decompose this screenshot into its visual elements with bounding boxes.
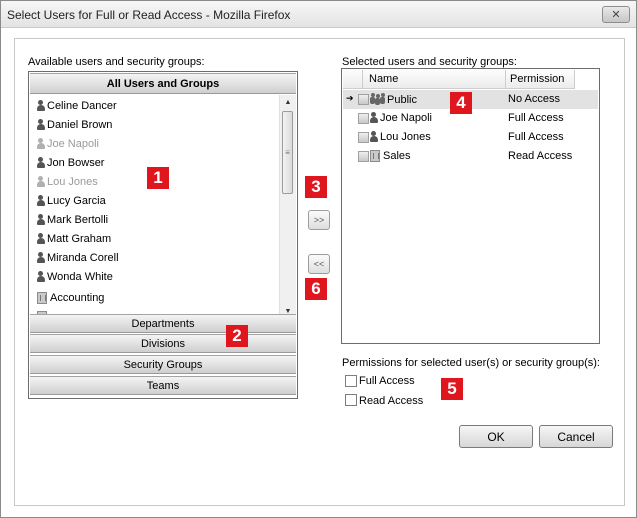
row-name: Sales	[370, 150, 411, 162]
annotation-badge-1: 1	[147, 167, 169, 189]
person-icon	[37, 233, 45, 245]
person-icon	[37, 157, 45, 169]
person-icon	[37, 214, 45, 226]
user-name: Matt Graham	[47, 233, 112, 245]
column-header-blank	[343, 70, 363, 89]
available-label: Available users and security groups:	[28, 56, 205, 68]
row-name: Lou Jones	[370, 131, 431, 143]
row-name: Public	[370, 93, 417, 106]
remove-selected-button[interactable]: <<	[308, 254, 330, 274]
group-icon	[370, 93, 385, 106]
row-checkbox[interactable]	[358, 94, 369, 105]
section-security-groups[interactable]: Security Groups	[30, 355, 296, 374]
selected-label: Selected users and security groups:	[342, 56, 517, 68]
person-icon	[37, 119, 45, 131]
row-checkbox[interactable]	[358, 113, 369, 124]
close-button[interactable]: ✕	[602, 6, 630, 23]
list-item[interactable]: Joe Napoli	[37, 135, 99, 153]
row-name-text: Public	[387, 93, 417, 106]
row-name: Joe Napoli	[370, 112, 432, 124]
table-row[interactable]: Lou Jones Full Access	[343, 128, 598, 147]
scroll-thumb[interactable]: ≡	[282, 111, 293, 194]
user-name: Daniel Brown	[47, 119, 113, 131]
window-title: Select Users for Full or Read Access - M…	[7, 8, 291, 22]
list-item[interactable]: Celine Dancer	[37, 97, 117, 115]
current-row-arrow-icon: ➔	[346, 93, 354, 103]
user-name: Mark Bertolli	[47, 214, 109, 226]
read-access-label: Read Access	[359, 395, 424, 407]
vertical-scrollbar[interactable]: ▲ ≡ ▼	[279, 95, 296, 318]
annotation-badge-4: 4	[450, 92, 472, 114]
section-divisions[interactable]: Divisions	[30, 334, 296, 353]
section-departments[interactable]: Departments	[30, 314, 296, 333]
permissions-label: Permissions for selected user(s) or secu…	[342, 357, 600, 369]
person-icon	[370, 131, 378, 143]
annotation-badge-6: 6	[305, 278, 327, 300]
section-teams[interactable]: Teams	[30, 376, 296, 395]
list-item[interactable]: Mark Bertolli	[37, 211, 108, 229]
list-item[interactable]: Lou Jones	[37, 173, 98, 191]
row-name-text: Lou Jones	[380, 131, 431, 143]
list-item[interactable]: Miranda Corell	[37, 249, 119, 267]
row-checkbox[interactable]	[358, 132, 369, 143]
row-permission: Read Access	[508, 150, 573, 162]
column-header-name[interactable]: Name	[363, 70, 506, 89]
row-permission: No Access	[508, 93, 560, 105]
read-access-checkbox[interactable]	[345, 394, 357, 406]
table-row[interactable]: Sales Read Access	[343, 147, 598, 166]
row-permission: Full Access	[508, 112, 564, 124]
scroll-up-icon[interactable]: ▲	[280, 95, 296, 109]
list-item[interactable]: Lucy Garcia	[37, 192, 106, 210]
annotation-badge-3: 3	[305, 176, 327, 198]
person-icon	[370, 112, 378, 124]
person-icon	[37, 176, 45, 188]
person-icon	[37, 271, 45, 283]
building-icon	[370, 150, 380, 162]
list-item[interactable]: Daniel Brown	[37, 116, 112, 134]
row-checkbox[interactable]	[358, 151, 369, 162]
user-name: Wonda White	[47, 271, 113, 283]
user-name: Accounting	[50, 292, 105, 304]
list-item[interactable]: Jon Bowser	[37, 154, 104, 172]
user-name: Jon Bowser	[47, 157, 105, 169]
row-permission: Full Access	[508, 131, 564, 143]
ok-button[interactable]: OK	[459, 425, 533, 448]
add-selected-button[interactable]: >>	[308, 210, 330, 230]
person-icon	[37, 138, 45, 150]
available-users-panel: All Users and Groups Celine Dancer Danie…	[28, 71, 298, 399]
annotation-badge-5: 5	[441, 378, 463, 400]
full-access-label: Full Access	[359, 375, 415, 387]
user-name: Lou Jones	[47, 176, 98, 188]
person-icon	[37, 100, 45, 112]
close-icon[interactable]: ✕	[611, 8, 620, 21]
title-bar: Select Users for Full or Read Access - M…	[1, 1, 636, 28]
row-name-text: Joe Napoli	[380, 112, 432, 124]
list-item[interactable]: Wonda White	[37, 268, 113, 286]
full-access-checkbox[interactable]	[345, 375, 357, 387]
available-users-list: Celine Dancer Daniel Brown Joe Napoli Jo…	[30, 95, 278, 315]
user-name: Joe Napoli	[47, 138, 99, 150]
person-icon	[37, 252, 45, 264]
list-item[interactable]: Matt Graham	[37, 230, 111, 248]
user-name: Lucy Garcia	[47, 195, 106, 207]
list-item[interactable]: Accounting	[37, 289, 104, 307]
building-icon	[37, 292, 47, 304]
person-icon	[37, 195, 45, 207]
column-header-permission[interactable]: Permission	[506, 70, 575, 89]
cancel-button[interactable]: Cancel	[539, 425, 613, 448]
user-name: Miranda Corell	[47, 252, 119, 264]
user-name: Celine Dancer	[47, 100, 117, 112]
annotation-badge-2: 2	[226, 325, 248, 347]
all-users-header[interactable]: All Users and Groups	[30, 73, 296, 94]
row-name-text: Sales	[383, 150, 411, 162]
